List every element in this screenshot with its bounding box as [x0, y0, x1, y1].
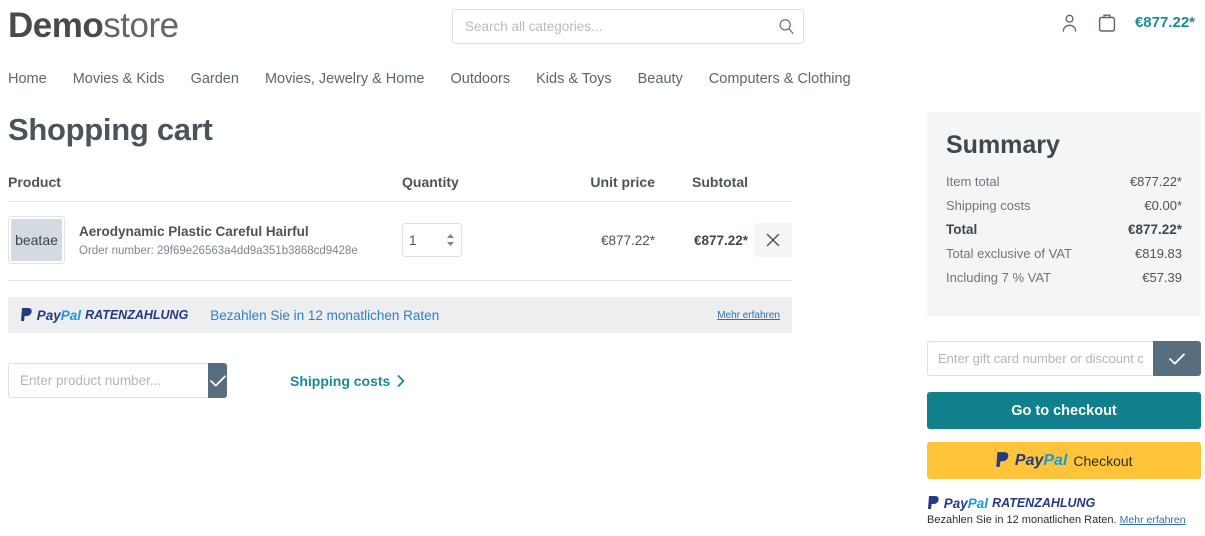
- paypal-pay-text: Pay: [36, 308, 61, 323]
- paypal-pay-text: Pay: [943, 496, 968, 511]
- check-icon: [209, 375, 226, 386]
- gift-card-input[interactable]: [927, 341, 1153, 376]
- paypal-product-name: RATENZAHLUNG: [85, 308, 189, 322]
- product-cell: beatae Aerodynamic Plastic Careful Hairf…: [8, 216, 402, 264]
- account-button[interactable]: [1060, 13, 1079, 33]
- nav-item-computers-clothing[interactable]: Computers & Clothing: [709, 71, 851, 87]
- product-number-form: [8, 363, 227, 398]
- summary-title: Summary: [946, 131, 1060, 159]
- logo-bold-text: Demo: [8, 6, 104, 45]
- summary-value: €877.22*: [1129, 174, 1182, 189]
- product-thumbnail[interactable]: beatae: [8, 216, 65, 264]
- product-thumbnail-text: beatae: [11, 219, 62, 261]
- product-number-input[interactable]: [8, 363, 208, 398]
- go-to-checkout-button[interactable]: Go to checkout: [927, 392, 1201, 429]
- paypal-logo: PayPal: [927, 495, 988, 511]
- column-header-product: Product: [8, 174, 61, 190]
- gift-card-form: [927, 341, 1201, 376]
- paypal-p-icon: [21, 308, 32, 321]
- nav-item-kids-toys[interactable]: Kids & Toys: [536, 71, 612, 87]
- summary-line-including-vat: Including 7 % VAT €57.39: [946, 270, 1182, 285]
- paypal-logo: PayPal: [20, 307, 81, 323]
- chevron-right-icon: [397, 374, 405, 387]
- nav-item-movies-jewelry-home[interactable]: Movies, Jewelry & Home: [265, 71, 425, 87]
- paypal-installment-footer: PayPal RATENZAHLUNG Bezahlen Sie in 12 m…: [927, 495, 1205, 526]
- search-icon: [778, 19, 794, 34]
- summary-label: Item total: [946, 174, 1000, 189]
- product-number-submit-button[interactable]: [208, 363, 227, 398]
- close-icon: [766, 233, 780, 247]
- summary-line-item-total: Item total €877.22*: [946, 174, 1182, 189]
- nav-item-outdoors[interactable]: Outdoors: [450, 71, 510, 87]
- nav-item-home[interactable]: Home: [8, 71, 47, 87]
- cart-total-amount: €877.22*: [1134, 14, 1195, 31]
- site-logo[interactable]: Demostore: [8, 6, 179, 46]
- table-row: beatae Aerodynamic Plastic Careful Hairf…: [8, 202, 792, 281]
- paypal-pal-text: Pal: [1043, 452, 1068, 469]
- page-title: Shopping cart: [8, 112, 213, 147]
- paypal-installment-banner: PayPal RATENZAHLUNG Bezahlen Sie in 12 m…: [8, 297, 792, 333]
- subtotal-value: €877.22*: [693, 232, 748, 248]
- user-icon: [1062, 14, 1077, 32]
- check-icon: [1169, 353, 1185, 364]
- shipping-costs-link[interactable]: Shipping costs: [290, 373, 405, 389]
- cart-section: Shopping cart Product Quantity Unit pric…: [8, 112, 792, 398]
- product-info: Aerodynamic Plastic Careful Hairful Orde…: [79, 223, 358, 256]
- cart-table-header: Product Quantity Unit price Subtotal: [8, 174, 792, 202]
- shopping-cart-page: Demostore Search all categories... €877.…: [0, 0, 1205, 536]
- summary-value: €0.00*: [1144, 198, 1182, 213]
- shipping-costs-label: Shipping costs: [290, 372, 391, 389]
- paypal-pay-text: Pay: [1014, 452, 1044, 469]
- summary-value: €57.39: [1142, 270, 1182, 285]
- paypal-footer-text: Bezahlen Sie in 12 monatlichen Raten.: [927, 514, 1117, 526]
- paypal-checkout-button[interactable]: PayPal Checkout: [927, 442, 1201, 479]
- gift-card-submit-button[interactable]: [1153, 341, 1201, 376]
- paypal-footer-learn-more-link[interactable]: Mehr erfahren: [1120, 514, 1186, 526]
- cart-button[interactable]: [1097, 12, 1117, 33]
- quantity-stepper[interactable]: 1: [402, 223, 462, 257]
- nav-item-movies-kids[interactable]: Movies & Kids: [73, 71, 165, 87]
- search-button[interactable]: [769, 10, 803, 43]
- unit-price-value: €877.22*: [600, 232, 655, 248]
- summary-line-total-exclusive-vat: Total exclusive of VAT €819.83: [946, 246, 1182, 261]
- summary-value: €819.83: [1135, 246, 1182, 261]
- summary-label: Shipping costs: [946, 198, 1031, 213]
- summary-line-total: Total €877.22*: [946, 222, 1182, 237]
- header-actions: €877.22*: [1060, 12, 1195, 33]
- paypal-banner-learn-more-link[interactable]: Mehr erfahren: [717, 310, 780, 321]
- cart-actions-row: Shipping costs: [8, 363, 792, 398]
- summary-label: Including 7 % VAT: [946, 270, 1052, 285]
- paypal-pal-text: Pal: [967, 496, 989, 511]
- summary-panel: Summary Item total €877.22* Shipping cos…: [927, 112, 1201, 316]
- nav-item-beauty[interactable]: Beauty: [638, 71, 683, 87]
- product-order-number: Order number: 29f69e26563a4dd9a351b3868c…: [79, 244, 358, 257]
- paypal-product-name: RATENZAHLUNG: [992, 496, 1096, 510]
- summary-line-shipping-costs: Shipping costs €0.00*: [946, 198, 1182, 213]
- paypal-p-icon: [996, 452, 1009, 467]
- product-name[interactable]: Aerodynamic Plastic Careful Hairful: [79, 223, 358, 241]
- column-header-unit-price: Unit price: [590, 174, 655, 190]
- quantity-value: 1: [409, 232, 417, 248]
- paypal-logo: PayPal: [995, 451, 1067, 470]
- paypal-pal-text: Pal: [60, 308, 82, 323]
- logo-light-text: store: [103, 6, 179, 45]
- remove-item-button[interactable]: [754, 223, 792, 257]
- main-navigation: Home Movies & Kids Garden Movies, Jewelr…: [0, 64, 1205, 93]
- nav-item-garden[interactable]: Garden: [191, 71, 239, 87]
- summary-label: Total: [946, 222, 978, 237]
- paypal-p-icon: [928, 496, 939, 509]
- summary-label: Total exclusive of VAT: [946, 246, 1072, 261]
- summary-value: €877.22*: [1127, 222, 1182, 237]
- site-header: Demostore Search all categories... €877.…: [0, 0, 1205, 58]
- column-header-quantity: Quantity: [402, 174, 459, 190]
- paypal-banner-text: Bezahlen Sie in 12 monatlichen Raten: [210, 307, 440, 323]
- chevron-updown-icon: [446, 233, 455, 247]
- bag-icon: [1098, 14, 1116, 32]
- column-header-subtotal: Subtotal: [692, 174, 748, 190]
- search-input[interactable]: [452, 9, 804, 44]
- search-bar: [452, 9, 804, 44]
- quantity-cell: 1: [402, 223, 528, 257]
- paypal-checkout-label: Checkout: [1073, 452, 1133, 469]
